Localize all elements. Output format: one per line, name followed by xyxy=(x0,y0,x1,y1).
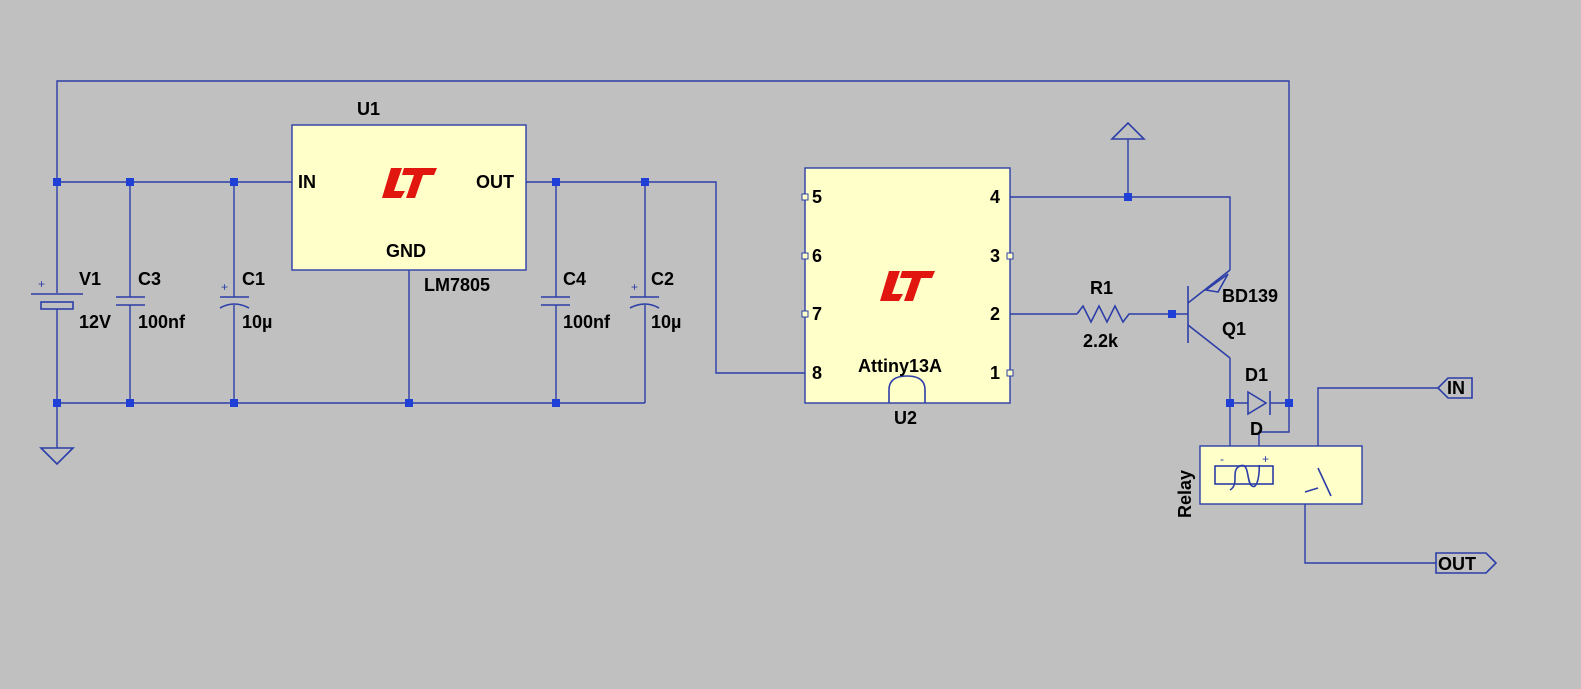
v1-value-label: 12V xyxy=(79,312,111,332)
ground-symbol xyxy=(39,447,75,466)
junction-dot xyxy=(1168,310,1176,318)
relay-name-label: Relay xyxy=(1175,470,1195,518)
junction-dot xyxy=(1285,399,1293,407)
u1-pin-out-label: OUT xyxy=(476,172,514,192)
c1-plus-sign: + xyxy=(221,280,228,294)
junction-dot xyxy=(1124,193,1132,201)
junction-dot xyxy=(230,178,238,186)
u2-pin1-label: 1 xyxy=(990,363,1000,383)
r1-value-label: 2.2k xyxy=(1083,331,1119,351)
c4-value-label: 100nf xyxy=(563,312,611,332)
d1-part-label: D xyxy=(1250,419,1263,439)
c1-name-label: C1 xyxy=(242,269,265,289)
relay-body xyxy=(1199,445,1363,505)
u2-pin7-terminal xyxy=(801,310,809,318)
d1-triangle xyxy=(1247,390,1268,416)
junction-dot xyxy=(552,178,560,186)
wire-pin4-gnd xyxy=(1010,196,1231,270)
u2-part-label: Attiny13A xyxy=(858,356,942,376)
c4-name-label: C4 xyxy=(563,269,586,289)
u2-pin1-terminal xyxy=(1006,369,1014,377)
u2-name-label: U2 xyxy=(894,408,917,428)
u2-pin3-label: 3 xyxy=(990,246,1000,266)
u2-pin4-label: 4 xyxy=(990,187,1000,207)
u1-pin-gnd-label: GND xyxy=(386,241,426,261)
schematic-canvas[interactable]: + V1 12V C3 100nf + C1 10µ IN OUT GND U1… xyxy=(0,0,1581,689)
relay[interactable]: - + xyxy=(1199,445,1363,505)
junction-dot xyxy=(126,399,134,407)
junction-dot xyxy=(405,399,413,407)
junction-dot xyxy=(53,178,61,186)
supply-flag-symbol xyxy=(1110,121,1146,140)
net-in-label: IN xyxy=(1447,378,1465,398)
c3-value-label: 100nf xyxy=(138,312,186,332)
q1-transistor[interactable] xyxy=(1187,269,1231,359)
net-label-in[interactable]: IN xyxy=(1436,377,1473,399)
c1-value-label: 10µ xyxy=(242,312,272,332)
net-out-label: OUT xyxy=(1438,554,1476,574)
c4-capacitor[interactable] xyxy=(541,296,570,306)
junction-dot xyxy=(230,399,238,407)
junction-dot xyxy=(641,178,649,186)
junction-dot xyxy=(1226,399,1234,407)
u2-pin2-label: 2 xyxy=(990,304,1000,324)
relay-coil-minus-label: - xyxy=(1220,452,1224,466)
d1-diode[interactable] xyxy=(1247,390,1271,416)
u2-pin3-terminal xyxy=(1006,252,1014,260)
u1-name-label: U1 xyxy=(357,99,380,119)
junction-dot xyxy=(126,178,134,186)
u2-pin5-terminal xyxy=(801,193,809,201)
c2-name-label: C2 xyxy=(651,269,674,289)
c2-plus-sign: + xyxy=(631,280,638,294)
q1-part-label: BD139 xyxy=(1222,286,1278,306)
u2-pin6-terminal xyxy=(801,252,809,260)
c3-name-label: C3 xyxy=(138,269,161,289)
relay-coil-plus-label: + xyxy=(1262,452,1269,466)
v1-plate-short xyxy=(40,301,74,310)
q1-name-label: Q1 xyxy=(1222,319,1246,339)
u1-part-label: LM7805 xyxy=(424,275,490,295)
u1-pin-in-label: IN xyxy=(298,172,316,192)
v1-plus-sign: + xyxy=(38,277,45,291)
r1-resistor[interactable] xyxy=(1076,304,1133,324)
net-label-out[interactable]: OUT xyxy=(1435,552,1498,574)
d1-name-label: D1 xyxy=(1245,365,1268,385)
u2-pin6-label: 6 xyxy=(812,246,822,266)
junction-dot xyxy=(552,399,560,407)
c2-value-label: 10µ xyxy=(651,312,681,332)
u2-pin8-label: 8 xyxy=(812,363,822,383)
wire-top-loop xyxy=(56,80,1290,403)
v1-name-label: V1 xyxy=(79,269,101,289)
junction-dot xyxy=(53,399,61,407)
u2-microcontroller[interactable]: 5 6 7 8 4 3 2 1 Attiny13A xyxy=(801,167,1014,404)
u2-pin7-label: 7 xyxy=(812,304,822,324)
u2-pin5-label: 5 xyxy=(812,187,822,207)
u1-regulator[interactable]: IN OUT GND xyxy=(291,124,527,271)
c3-capacitor[interactable] xyxy=(116,296,145,306)
r1-name-label: R1 xyxy=(1090,278,1113,298)
